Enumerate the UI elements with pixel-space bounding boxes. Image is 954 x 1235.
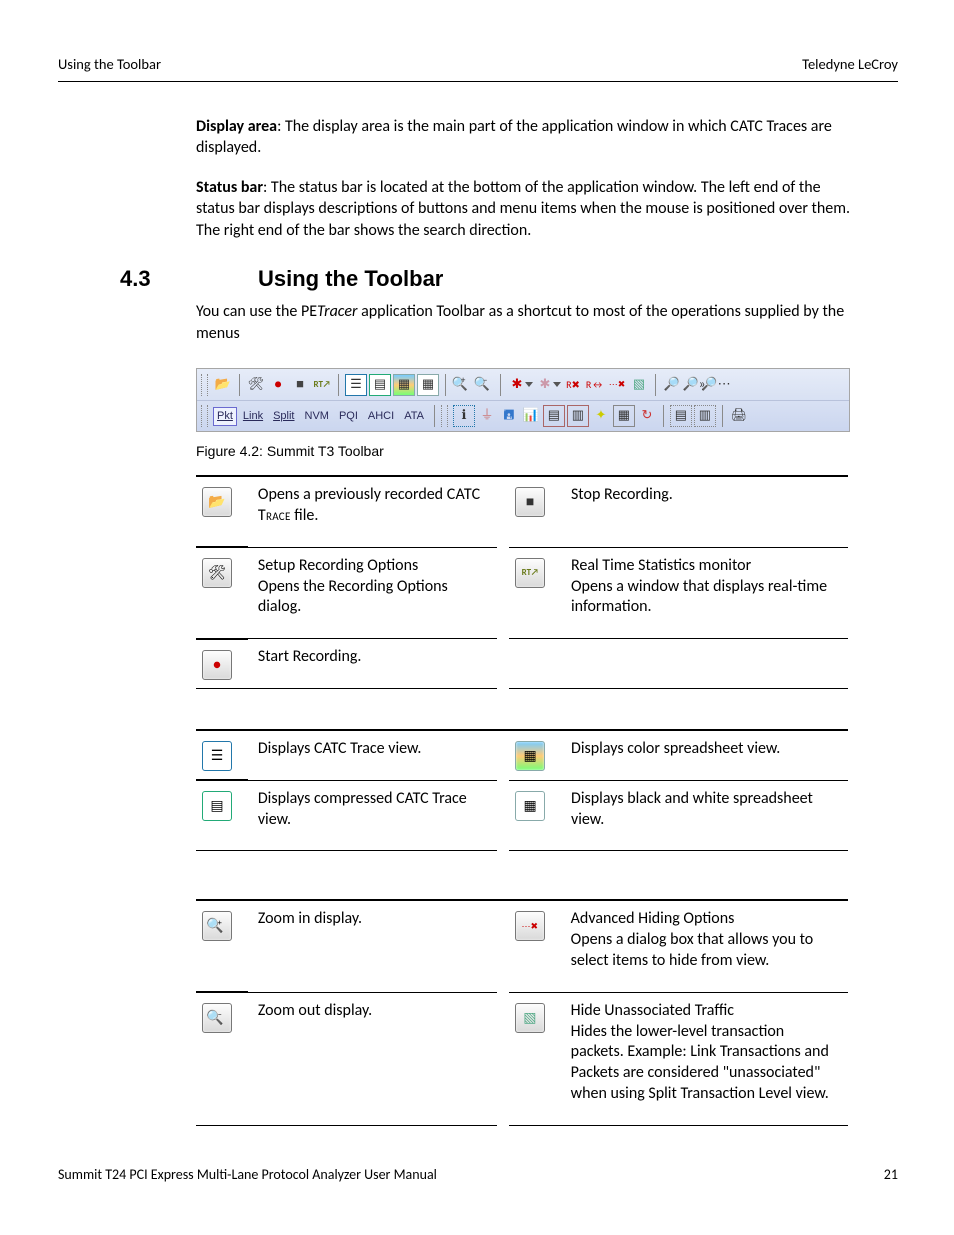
desc-color-spreadsheet: Displays color spreadsheet view.: [561, 730, 848, 780]
desc-compressed-view: Displays compressed CATC Trace view.: [248, 780, 498, 851]
level-pkt: Pkt: [213, 407, 237, 426]
rt-stats-button-icon: RT↗: [515, 558, 545, 588]
bw-spreadsheet-button-icon: ▦: [515, 791, 545, 821]
desc-start-rec: Start Recording.: [248, 639, 497, 689]
record-icon: ●: [268, 375, 288, 395]
desc-open: Opens a previously recorded CATC Trace f…: [248, 476, 497, 547]
figure-toolbar: 📂 🛠 ● ■ RT↗ ☰ ▤ ▦ ▦ 🔍+ 🔍− ✱ ✱ R✖ R↔ ⋯✖: [196, 368, 898, 432]
tool2-1-icon: ℹ: [453, 405, 475, 427]
bw-spreadsheet-icon: ▦: [417, 374, 439, 396]
desc-rt-stats: Real Time Statistics monitorOpens a wind…: [561, 547, 848, 638]
paragraph-display-area: Display area: The display area is the ma…: [196, 116, 851, 159]
toolbar-description-table-1: 📂 Opens a previously recorded CATC Trace…: [196, 475, 848, 689]
hide-options-1-icon: ✱: [507, 375, 527, 395]
tool2-5-icon: ▤: [543, 405, 565, 427]
tool2-6-icon: ▥: [567, 405, 589, 427]
footer-left: Summit T24 PCI Express Multi-Lane Protoc…: [58, 1166, 437, 1185]
level-link: Link: [239, 407, 267, 426]
hide-unassociated-button-icon: ▧: [515, 1003, 545, 1033]
figure-caption: Figure 4.2: Summit T3 Toolbar: [196, 442, 898, 461]
hiding-options-icon: ⋯✖: [607, 375, 627, 395]
find-icon: 🔎: [662, 375, 682, 395]
desc-catc-view: Displays CATC Trace view.: [248, 730, 498, 780]
color-spreadsheet-icon: ▦: [393, 374, 415, 396]
zoom-in-icon: 🔍+: [452, 375, 472, 395]
footer-page-number: 21: [884, 1166, 898, 1185]
zoom-in-button-icon: 🔍+: [202, 911, 232, 941]
zoom-out-button-icon: 🔍−: [202, 1003, 232, 1033]
open-icon: 📂: [213, 375, 233, 395]
desc-hide-unassociated: Hide Unassociated TrafficHides the lower…: [561, 992, 848, 1125]
tool2-12-icon: 🖨: [729, 406, 749, 426]
hide-match-icon: R✖: [563, 375, 583, 395]
setup-rec-button-icon: 🛠: [202, 558, 232, 588]
catc-trace-view-icon: ☰: [345, 374, 367, 396]
setup-recording-icon: 🛠: [246, 375, 266, 395]
desc-hiding-options: Advanced Hiding OptionsOpens a dialog bo…: [561, 900, 848, 992]
header-right: Teledyne LeCroy: [802, 55, 898, 75]
paragraph-status-bar: Status bar: The status bar is located at…: [196, 177, 851, 242]
desc-setup-rec: Setup Recording OptionsOpens the Recordi…: [248, 547, 497, 638]
level-ata: ATA: [400, 407, 428, 426]
level-nvm: NVM: [301, 407, 333, 426]
stop-icon: ■: [290, 375, 310, 395]
hide-unassociated-icon: ▧: [629, 375, 649, 395]
tool2-8-icon: ▦: [613, 405, 635, 427]
desc-bw-spreadsheet: Displays black and white spreadsheet vie…: [561, 780, 848, 851]
desc-zoom-in: Zoom in display.: [248, 900, 497, 992]
stop-button-icon: ■: [515, 487, 545, 517]
level-ahci: AHCI: [364, 407, 398, 426]
toolbar-description-table-2: ☰ Displays CATC Trace view. ▦ Displays c…: [196, 729, 848, 851]
toolbar-description-table-3: 🔍+ Zoom in display. ⋯✖ Advanced Hiding O…: [196, 899, 848, 1125]
tool2-2-icon: ⏚: [477, 406, 497, 426]
tool2-9-icon: ↻: [637, 406, 657, 426]
paragraph-intro: You can use the PETracer application Too…: [196, 301, 851, 344]
tool2-10-icon: ▤: [670, 405, 692, 427]
compressed-trace-button-icon: ▤: [202, 791, 232, 821]
section-number: 4.3: [120, 264, 258, 294]
tool2-4-icon: 📊: [521, 406, 541, 426]
hide-options-2-icon: ✱: [535, 375, 555, 395]
level-pqi: PQI: [335, 407, 362, 426]
rt-stats-icon: RT↗: [312, 375, 332, 395]
tool2-7-icon: ✦: [591, 406, 611, 426]
open-button-icon: 📂: [202, 487, 232, 517]
section-title: Using the Toolbar: [258, 264, 443, 294]
level-split: Split: [269, 407, 298, 426]
zoom-out-icon: 🔍−: [474, 375, 494, 395]
hide-replace-icon: R↔: [585, 375, 605, 395]
catc-trace-view-button-icon: ☰: [202, 741, 232, 771]
tool2-11-icon: ▥: [694, 405, 716, 427]
record-button-icon: ●: [202, 650, 232, 680]
compressed-trace-view-icon: ▤: [369, 374, 391, 396]
find-all-icon: 🔎⋯: [706, 375, 726, 395]
desc-zoom-out: Zoom out display.: [248, 992, 497, 1125]
color-spreadsheet-button-icon: ▦: [515, 741, 545, 771]
desc-stop: Stop Recording.: [561, 476, 848, 547]
hiding-options-button-icon: ⋯✖: [515, 911, 545, 941]
tool2-3-icon: 🖪: [499, 406, 519, 426]
header-left: Using the Toolbar: [58, 55, 161, 75]
